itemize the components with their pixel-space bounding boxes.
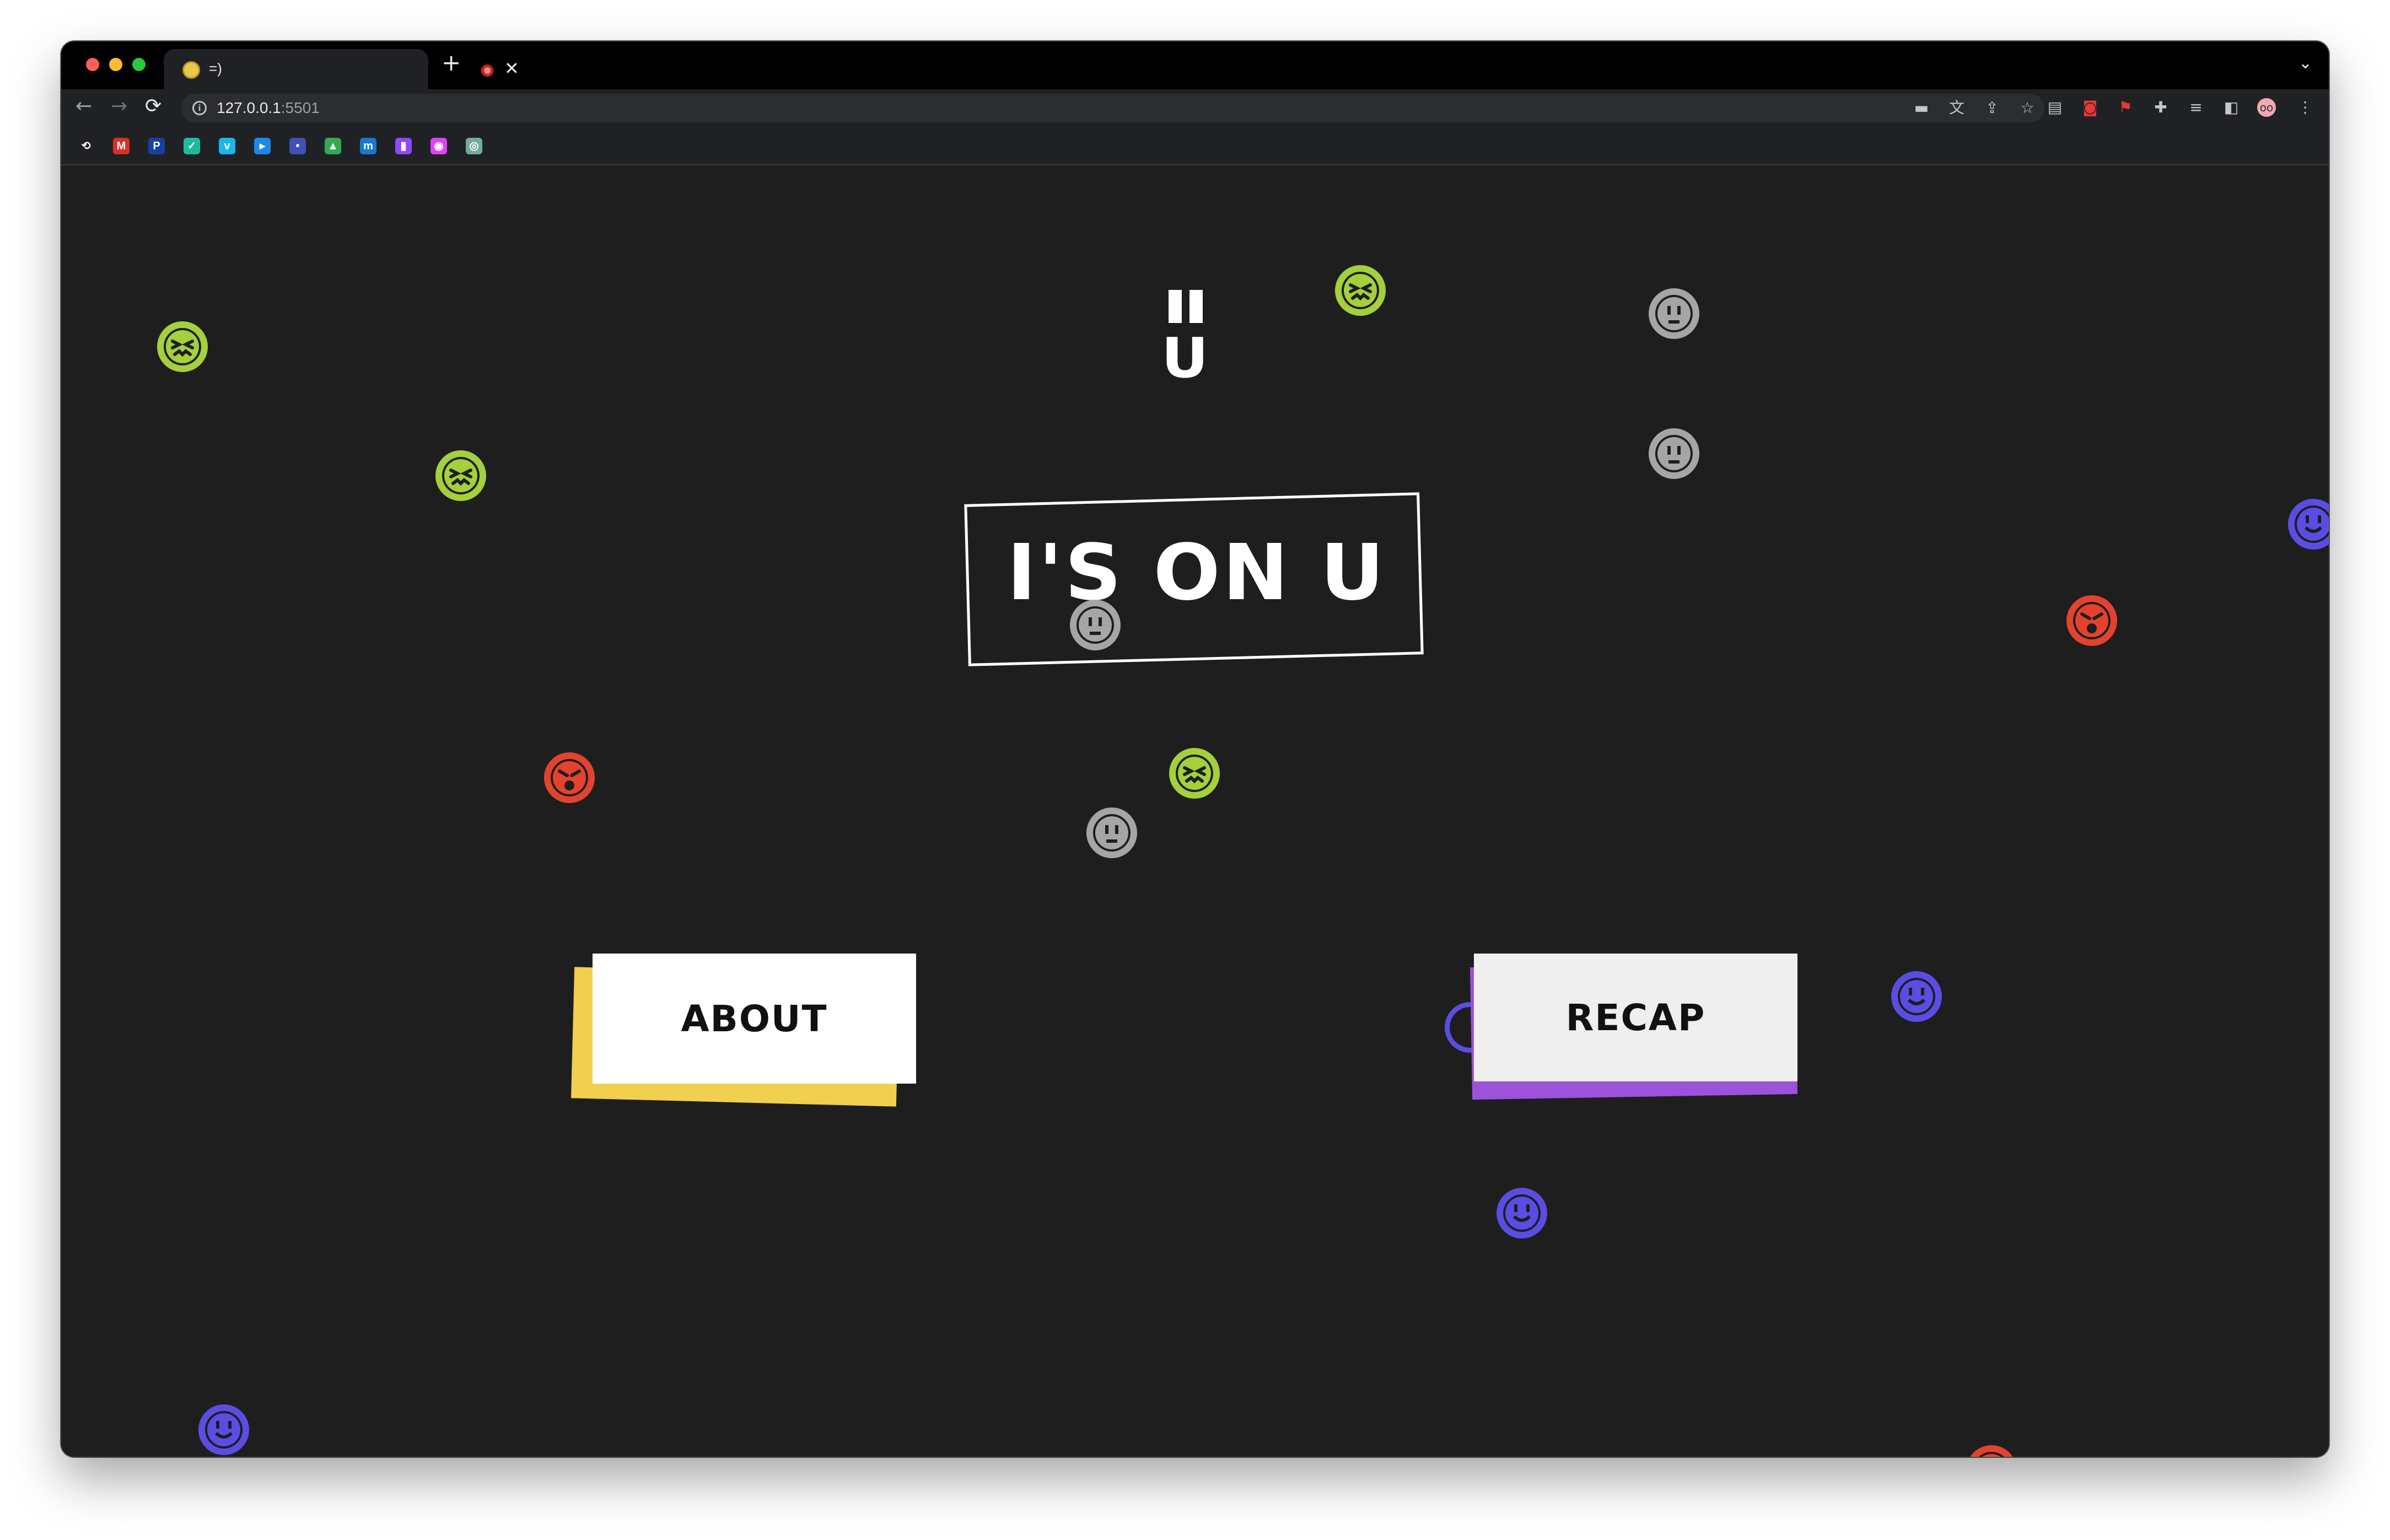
page-title: I'S ON U bbox=[1006, 528, 1387, 618]
reading-list-icon[interactable]: ≡ bbox=[2187, 98, 2205, 117]
forward-button[interactable]: → bbox=[111, 95, 127, 117]
blue-smile-face-icon bbox=[1497, 1188, 1547, 1239]
browser-toolbar: ← → ⟳ i 127.0.0.1:5501 ☆ ⇪ 文 ▬ ▤ ◙ ⚑ ✚ ≡… bbox=[61, 89, 2329, 127]
red-angry-face-icon bbox=[2066, 595, 2117, 646]
minimize-window-button[interactable] bbox=[109, 58, 122, 71]
red-angry-face-icon bbox=[1966, 1445, 2017, 1457]
gray-neutral-face-icon bbox=[1086, 807, 1137, 858]
smiley-favicon-icon bbox=[182, 61, 200, 79]
url-text[interactable]: 127.0.0.1:5501 bbox=[217, 99, 320, 117]
logo-bars-icon bbox=[1169, 290, 1203, 323]
bookmarks-bar: ⟲ M P ✓ v ▸ • ▲ m ▮ ◉ ◎ bbox=[61, 127, 2329, 165]
recording-indicator-icon bbox=[481, 64, 493, 77]
extension-icon-2[interactable]: ◙ bbox=[2081, 98, 2100, 117]
blue-smile-face-icon bbox=[198, 1404, 249, 1455]
play-icon[interactable]: ▸ bbox=[254, 138, 271, 154]
gray-neutral-face-icon bbox=[1649, 288, 1699, 339]
twitch-icon[interactable]: ▮ bbox=[395, 138, 412, 154]
url-host: 127.0.0.1 bbox=[217, 99, 281, 116]
blue-smile-face-icon bbox=[1891, 971, 1942, 1022]
green-squint-face-icon bbox=[435, 450, 486, 501]
extension-icon-1[interactable]: ▤ bbox=[2046, 98, 2064, 117]
tab-title: =) bbox=[209, 60, 222, 77]
new-tab-button[interactable]: + bbox=[442, 49, 461, 76]
history-icon[interactable]: ⟲ bbox=[78, 138, 94, 154]
bolt-icon[interactable]: • bbox=[289, 138, 306, 154]
share-icon[interactable]: ⇪ bbox=[1983, 99, 2001, 117]
logo-u: U bbox=[1161, 326, 1209, 390]
close-tab-icon[interactable]: ✕ bbox=[504, 58, 519, 79]
bookmark-star-icon[interactable]: ☆ bbox=[2018, 99, 2037, 117]
side-panel-icon[interactable]: ◧ bbox=[2222, 98, 2241, 117]
browser-window: =) ✕ + ⌄ ← → ⟳ i 127.0.0.1:5501 ☆ ⇪ 文 ▬ … bbox=[61, 41, 2329, 1457]
m-icon[interactable]: m bbox=[360, 138, 376, 154]
chat-icon[interactable]: ◎ bbox=[466, 138, 482, 154]
gray-neutral-face-icon bbox=[1649, 428, 1699, 479]
about-button[interactable]: ABOUT bbox=[593, 954, 916, 1084]
green-squint-face-icon bbox=[157, 321, 208, 372]
photo-icon[interactable]: ◉ bbox=[430, 138, 447, 154]
recap-button[interactable]: RECAP bbox=[1474, 954, 1797, 1081]
tab-active[interactable]: =) ✕ bbox=[164, 49, 519, 89]
green-squint-face-icon bbox=[1335, 265, 1386, 316]
green-squint-face-icon bbox=[1169, 748, 1220, 799]
menu-icon[interactable]: ⋮ bbox=[2296, 98, 2314, 117]
close-window-button[interactable] bbox=[86, 58, 99, 71]
pr-icon[interactable]: P bbox=[148, 138, 165, 154]
drive-icon[interactable]: ▲ bbox=[325, 138, 341, 154]
profile-avatar[interactable]: oo bbox=[2257, 98, 2276, 117]
title-bar: =) ✕ + ⌄ bbox=[61, 41, 2329, 89]
puzzle-icon[interactable]: ✚ bbox=[2151, 98, 2170, 117]
blue-smile-face-icon bbox=[2288, 499, 2329, 550]
reload-button[interactable]: ⟳ bbox=[145, 95, 162, 117]
url-port: :5501 bbox=[281, 99, 320, 116]
address-bar[interactable]: i 127.0.0.1:5501 ☆ ⇪ 文 ▬ bbox=[181, 94, 2044, 122]
site-info-icon[interactable]: i bbox=[192, 101, 207, 115]
page-content: U I'S ON U ABOUT RECAP bbox=[61, 165, 2329, 1457]
back-button[interactable]: ← bbox=[76, 95, 92, 117]
red-angry-face-icon bbox=[544, 752, 595, 803]
translate-icon[interactable]: 文 bbox=[1947, 99, 1966, 117]
gmail-icon[interactable]: M bbox=[113, 138, 130, 154]
gray-neutral-face-icon bbox=[1070, 600, 1121, 650]
camera-icon[interactable]: ▬ bbox=[1912, 99, 1931, 117]
v-icon[interactable]: v bbox=[219, 138, 235, 154]
zoom-window-button[interactable] bbox=[132, 58, 146, 71]
check-icon[interactable]: ✓ bbox=[184, 138, 200, 154]
tab-search-chevron-icon[interactable]: ⌄ bbox=[2299, 53, 2312, 73]
acrobat-icon[interactable]: ⚑ bbox=[2116, 98, 2135, 117]
